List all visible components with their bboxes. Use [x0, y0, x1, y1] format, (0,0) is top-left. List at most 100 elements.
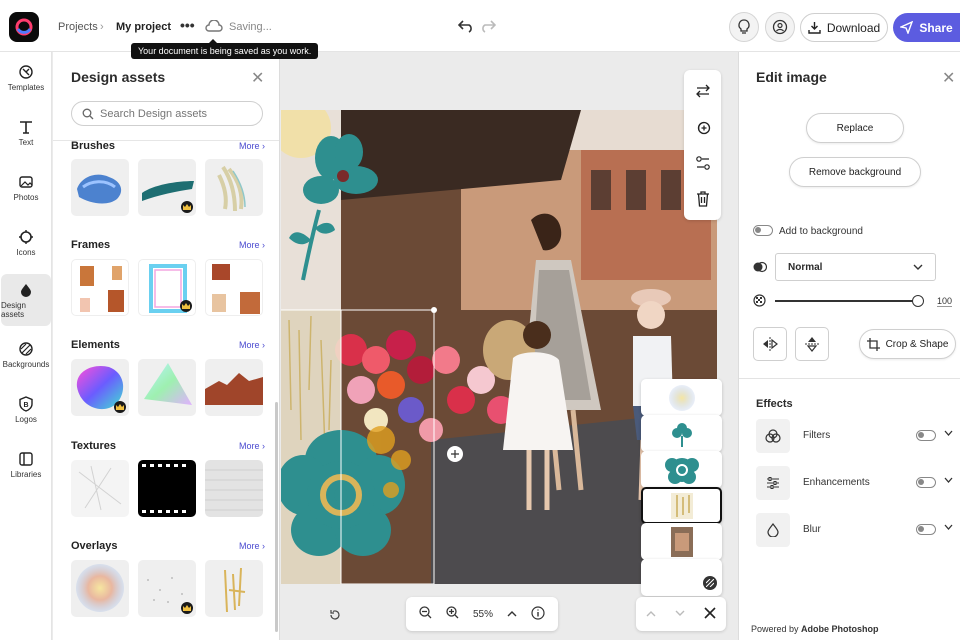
- frame-thumb-gradient[interactable]: [138, 259, 196, 316]
- templates-icon: [19, 65, 33, 79]
- overlay-thumb-gold-grunge[interactable]: [205, 560, 263, 617]
- chevron-down-icon[interactable]: [675, 608, 685, 620]
- overlay-thumb-sparkle[interactable]: [138, 560, 196, 617]
- flip-horizontal-button[interactable]: [753, 327, 787, 361]
- more-link-textures[interactable]: More ›: [239, 441, 265, 451]
- layer-thumb-texture-selected[interactable]: [641, 487, 722, 524]
- brush-thumb-cream[interactable]: [205, 159, 263, 216]
- blend-mode-select[interactable]: Normal: [775, 253, 936, 281]
- frame-thumb-floral[interactable]: [71, 259, 129, 316]
- effect-row-blur[interactable]: Blur: [756, 513, 956, 547]
- close-layers-icon[interactable]: [704, 606, 716, 622]
- section-title-textures: Textures: [71, 440, 117, 452]
- project-name[interactable]: My project: [116, 21, 171, 33]
- add-to-background-label: Add to background: [779, 226, 863, 237]
- effect-label: Enhancements: [803, 477, 870, 488]
- close-icon[interactable]: ✕: [942, 68, 955, 88]
- zoom-out-icon[interactable]: [419, 606, 432, 622]
- rail-label: Photos: [13, 193, 39, 202]
- panel-scrollbar[interactable]: [275, 402, 278, 632]
- edit-panel-title: Edit image: [756, 69, 827, 85]
- effect-row-filters[interactable]: Filters: [756, 419, 956, 453]
- blend-mode-icon: [753, 260, 768, 277]
- rail-item-templates[interactable]: Templates: [0, 52, 52, 104]
- rail-item-libraries[interactable]: Libraries: [0, 439, 52, 491]
- overlay-thumb-bokeh[interactable]: [71, 560, 129, 617]
- layer-thumb-photo[interactable]: [641, 523, 722, 560]
- swap-icon[interactable]: [684, 73, 721, 109]
- undo-icon[interactable]: [457, 19, 474, 36]
- replace-button[interactable]: Replace: [806, 113, 904, 143]
- texture-thumb-pattern[interactable]: [205, 460, 263, 517]
- element-thumb-mountain[interactable]: [205, 359, 263, 416]
- frame-thumb-autumn[interactable]: [205, 259, 263, 316]
- share-button[interactable]: Share: [893, 13, 960, 42]
- chevron-down-icon[interactable]: [944, 428, 953, 438]
- send-icon: [900, 21, 914, 34]
- element-thumb-holo-pyramid[interactable]: [138, 359, 196, 416]
- search-box[interactable]: [71, 101, 263, 126]
- chevron-down-icon[interactable]: [944, 475, 953, 485]
- rail-item-design-assets[interactable]: Design assets: [1, 274, 51, 326]
- chevron-up-icon[interactable]: [507, 609, 517, 620]
- background-layer-icon: [703, 576, 717, 590]
- rail-label: Text: [18, 138, 34, 147]
- brush-thumb-blue[interactable]: [71, 159, 129, 216]
- more-options-icon[interactable]: •••: [180, 17, 195, 33]
- reset-icon[interactable]: [325, 605, 345, 625]
- info-icon[interactable]: [531, 605, 545, 623]
- chevron-down-icon[interactable]: [944, 522, 953, 532]
- opacity-slider-handle[interactable]: [912, 295, 924, 307]
- flip-vertical-button[interactable]: [795, 327, 829, 361]
- brush-thumb-teal[interactable]: [138, 159, 196, 216]
- search-input[interactable]: [100, 107, 250, 120]
- texture-thumb-film[interactable]: [138, 460, 196, 517]
- element-thumb-holo-blob[interactable]: [71, 359, 129, 416]
- layer-thumb-background[interactable]: [641, 559, 722, 596]
- arrange-icon[interactable]: [684, 145, 721, 181]
- zoom-level[interactable]: 55%: [473, 609, 493, 620]
- rail-item-photos[interactable]: Photos: [0, 162, 52, 214]
- blur-icon: [756, 513, 790, 547]
- layers-stack: [641, 379, 722, 596]
- share-label: Share: [919, 20, 953, 35]
- rail-label: Icons: [16, 248, 36, 257]
- enhancements-toggle[interactable]: [916, 477, 936, 488]
- zoom-in-icon[interactable]: [446, 606, 459, 622]
- crop-shape-button[interactable]: Crop & Shape: [859, 329, 956, 359]
- layer-thumb-glow[interactable]: [641, 379, 722, 416]
- add-to-background-toggle[interactable]: [753, 225, 773, 236]
- duplicate-icon[interactable]: [684, 109, 721, 145]
- close-icon[interactable]: ✕: [251, 68, 264, 88]
- rail-item-text[interactable]: Text: [0, 107, 52, 159]
- effect-row-enhancements[interactable]: Enhancements: [756, 466, 956, 500]
- backgrounds-icon: [19, 342, 33, 356]
- redo-icon[interactable]: [480, 19, 497, 36]
- opacity-value[interactable]: 100: [937, 296, 953, 307]
- app-logo-icon[interactable]: [9, 12, 39, 42]
- delete-icon[interactable]: [684, 181, 721, 217]
- rail-item-backgrounds[interactable]: Backgrounds: [0, 329, 52, 381]
- download-button[interactable]: Download: [800, 13, 888, 42]
- blur-toggle[interactable]: [916, 524, 936, 535]
- section-title-overlays: Overlays: [71, 540, 118, 552]
- more-link-brushes[interactable]: More ›: [239, 141, 265, 151]
- filters-toggle[interactable]: [916, 430, 936, 441]
- opacity-slider-track[interactable]: [775, 300, 919, 302]
- chevron-up-icon[interactable]: [646, 608, 656, 620]
- effect-label: Blur: [803, 524, 821, 535]
- layer-thumb-teal-flower[interactable]: [641, 415, 722, 452]
- rail-item-icons[interactable]: Icons: [0, 217, 52, 269]
- rail-item-logos[interactable]: B Logos: [0, 384, 52, 436]
- more-link-frames[interactable]: More ›: [239, 240, 265, 250]
- saving-tooltip: Your document is being saved as you work…: [131, 39, 319, 59]
- add-collaborator-icon[interactable]: [765, 12, 795, 42]
- more-link-elements[interactable]: More ›: [239, 340, 265, 350]
- remove-background-button[interactable]: Remove background: [789, 157, 921, 187]
- crop-shape-label: Crop & Shape: [885, 338, 949, 350]
- layer-thumb-teal-shape[interactable]: [641, 451, 722, 488]
- texture-thumb-paper[interactable]: [71, 460, 129, 517]
- more-link-overlays[interactable]: More ›: [239, 541, 265, 551]
- breadcrumb-projects[interactable]: Projects: [58, 21, 98, 33]
- lightbulb-icon[interactable]: [729, 12, 759, 42]
